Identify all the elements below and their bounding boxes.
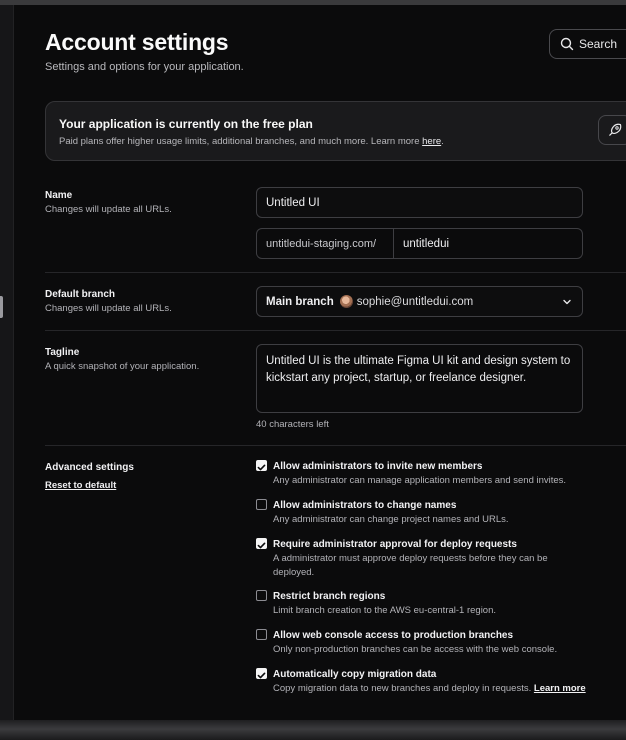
option-description: Limit branch creation to the AWS eu-cent… xyxy=(273,605,497,616)
banner-description: Paid plans offer higher usage limits, ad… xyxy=(59,136,444,147)
checkbox-copy-migration[interactable] xyxy=(256,668,267,679)
option-description-text: Copy migration data to new branches and … xyxy=(273,683,534,694)
avatar xyxy=(339,295,353,308)
default-branch-hint: Changes will update all URLs. xyxy=(45,303,172,314)
name-input[interactable]: Untitled UI xyxy=(256,187,583,218)
url-field[interactable]: untitledui-staging.com/ untitledui xyxy=(256,228,583,259)
search-button-label: Search xyxy=(579,37,618,51)
option-description: A administrator must approve deploy requ… xyxy=(273,553,548,578)
section-divider xyxy=(45,445,626,446)
banner-title: Your application is currently on the fre… xyxy=(59,117,313,131)
option-description: Copy migration data to new branches and … xyxy=(273,682,613,696)
tagline-textarea[interactable]: Untitled UI is the ultimate Figma UI kit… xyxy=(256,344,583,413)
checkbox-invite-members[interactable] xyxy=(256,460,267,471)
bottom-bar xyxy=(0,720,626,740)
reset-to-default-link[interactable]: Reset to default xyxy=(45,480,116,491)
default-branch-label: Default branch xyxy=(45,289,116,300)
advanced-settings-label: Advanced settings xyxy=(45,462,134,473)
url-prefix: untitledui-staging.com/ xyxy=(257,229,394,258)
option-title: Automatically copy migration data xyxy=(273,669,437,680)
banner-description-suffix: . xyxy=(441,136,444,147)
left-sidebar-edge xyxy=(0,5,14,720)
checkbox-change-names[interactable] xyxy=(256,499,267,510)
page-subtitle: Settings and options for your applicatio… xyxy=(45,61,244,73)
banner-description-text: Paid plans offer higher usage limits, ad… xyxy=(59,136,423,147)
page-title: Account settings xyxy=(45,29,229,55)
section-divider xyxy=(45,272,626,273)
option-description: Any administrator can change project nam… xyxy=(273,514,509,525)
option-title: Allow web console access to production b… xyxy=(273,630,514,641)
option-title: Require administrator approval for deplo… xyxy=(273,539,517,550)
search-icon xyxy=(560,37,574,51)
name-hint: Changes will update all URLs. xyxy=(45,204,172,215)
section-divider xyxy=(45,330,626,331)
upgrade-button[interactable] xyxy=(598,115,626,145)
tagline-char-count: 40 characters left xyxy=(256,419,329,430)
sidebar-handle[interactable] xyxy=(0,296,3,318)
branch-select[interactable]: Main branch sophie@untitledui.com xyxy=(256,286,583,317)
rocket-icon xyxy=(609,123,622,136)
chevron-down-icon xyxy=(563,299,571,305)
check-icon xyxy=(257,672,266,679)
banner-learn-more-link[interactable]: here xyxy=(422,136,441,147)
option-title: Allow administrators to change names xyxy=(273,500,457,511)
check-icon xyxy=(257,542,266,549)
checkbox-deploy-approval[interactable] xyxy=(256,538,267,549)
learn-more-link[interactable]: Learn more xyxy=(534,683,586,694)
option-description: Only non-production branches can be acce… xyxy=(273,644,558,655)
option-title: Restrict branch regions xyxy=(273,591,386,602)
branch-select-value: Main branch xyxy=(266,295,334,308)
option-title: Allow administrators to invite new membe… xyxy=(273,461,483,472)
url-slug-input[interactable]: untitledui xyxy=(394,229,582,258)
option-description: Any administrator can manage application… xyxy=(273,475,567,486)
checkbox-web-console[interactable] xyxy=(256,629,267,640)
name-input-value: Untitled UI xyxy=(266,196,320,209)
checkbox-restrict-regions[interactable] xyxy=(256,590,267,601)
check-icon xyxy=(257,464,266,471)
tagline-label: Tagline xyxy=(45,347,80,358)
tagline-hint: A quick snapshot of your application. xyxy=(45,361,200,372)
branch-select-email: sophie@untitledui.com xyxy=(356,295,474,308)
free-plan-banner: Your application is currently on the fre… xyxy=(45,101,626,161)
search-button[interactable]: Search xyxy=(549,29,626,59)
name-label: Name xyxy=(45,190,73,201)
